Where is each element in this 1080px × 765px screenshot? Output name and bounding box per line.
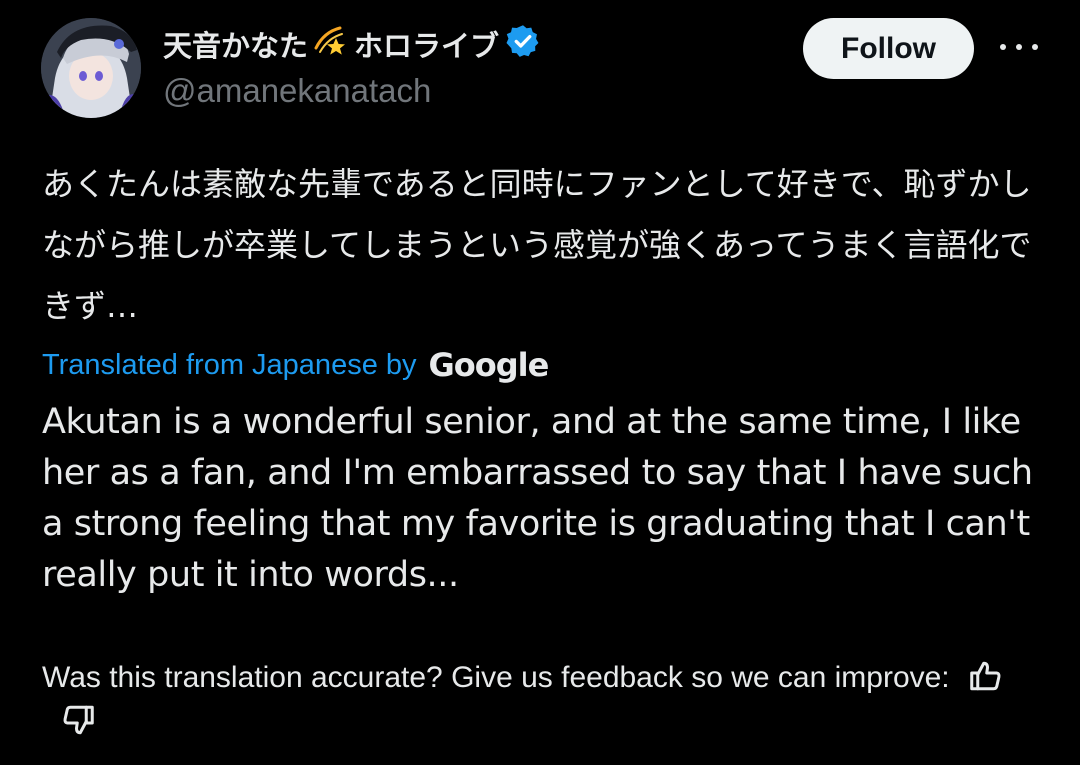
thumbs-down-icon[interactable] xyxy=(60,702,96,738)
avatar-image xyxy=(41,18,141,118)
display-name-suffix: ホロライブ xyxy=(354,29,500,63)
thumbs-up-icon[interactable] xyxy=(968,658,1004,694)
more-horizontal-icon[interactable] xyxy=(1000,36,1038,58)
user-handle[interactable]: @amanekanatach xyxy=(163,72,431,110)
follow-button[interactable]: Follow xyxy=(803,18,974,79)
translation-feedback: Was this translation accurate? Give us f… xyxy=(42,656,1042,744)
translation-attribution: Translated from Japanese by Google xyxy=(42,343,550,387)
google-logo: Google xyxy=(428,346,550,384)
display-name[interactable]: 天音かなた ホロライブ xyxy=(163,24,541,64)
display-name-text: 天音かなた xyxy=(163,29,309,63)
verified-badge-icon xyxy=(505,23,541,66)
tweet-text: あくたんは素敵な先輩であると同時にファンとして好きで、恥ずかしながら推しが卒業し… xyxy=(42,165,1032,325)
shooting-star-icon xyxy=(314,24,348,65)
feedback-prompt: Was this translation accurate? Give us f… xyxy=(42,661,950,694)
translated-text: Akutan is a wonderful senior, and at the… xyxy=(42,402,1033,595)
translated-from-link[interactable]: Translated from Japanese by xyxy=(42,349,417,382)
avatar[interactable] xyxy=(41,18,141,118)
